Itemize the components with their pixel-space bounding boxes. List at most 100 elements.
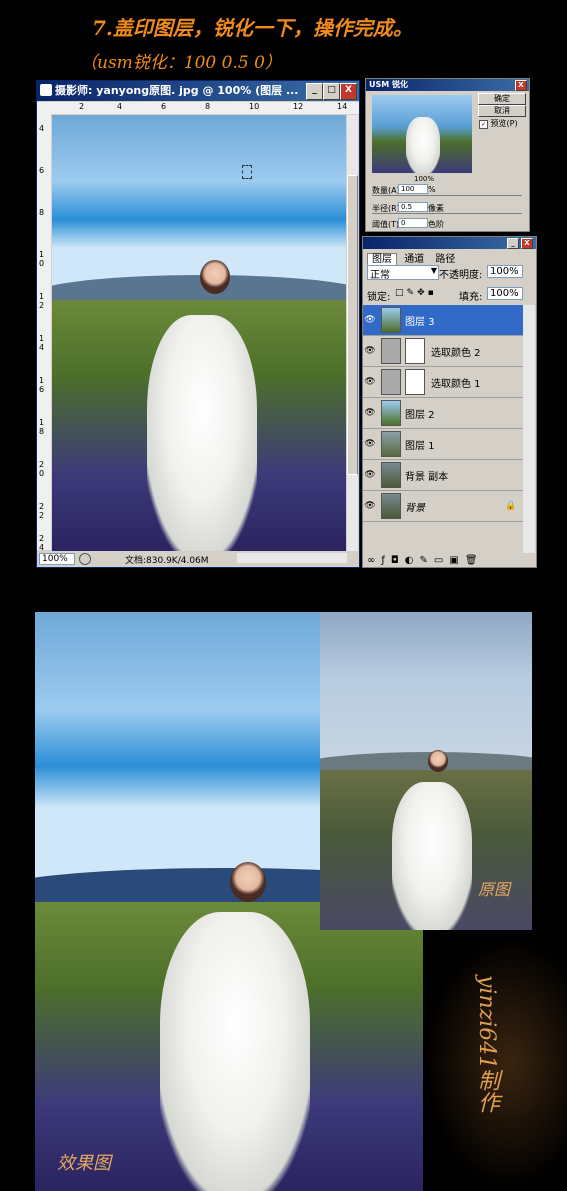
layer-row[interactable]: 👁 选取颜色 2: [363, 336, 523, 367]
usm-preview-image[interactable]: [372, 95, 472, 173]
adjustment-layer-icon[interactable]: ◐: [405, 555, 420, 566]
result-bride-head: [230, 862, 266, 902]
layer-row[interactable]: 👁 图层 2: [363, 398, 523, 429]
preview-checkbox[interactable]: ✓ 预览(P): [479, 118, 518, 129]
new-layer-icon[interactable]: ▣: [449, 555, 464, 566]
maximize-button[interactable]: □: [323, 83, 340, 100]
add-mask-icon[interactable]: ◘: [391, 555, 405, 566]
layer-row[interactable]: 👁 背景 🔒: [363, 491, 523, 522]
lock-label: 锁定:: [367, 292, 391, 303]
radius-input[interactable]: 0.5: [398, 202, 428, 212]
horizontal-scrollbar[interactable]: [237, 553, 347, 563]
ok-button[interactable]: 确定: [478, 93, 526, 105]
layers-panel: _ X 图层 通道 路径 正常 ▼ 不透明度: 100% 锁定: □✎✥▪ 填充…: [362, 236, 537, 568]
amount-input[interactable]: 100: [398, 184, 428, 194]
fill-input[interactable]: 100%: [487, 287, 523, 300]
usm-zoom-level: 100%: [414, 175, 435, 183]
navigator-icon[interactable]: [79, 553, 91, 565]
layer-row[interactable]: 👁 图层 1: [363, 429, 523, 460]
link-icon[interactable]: ∞: [367, 555, 381, 566]
layers-tabs: 图层 通道 路径: [367, 250, 459, 265]
eye-icon[interactable]: 👁: [363, 408, 377, 418]
preview-bride: [406, 117, 440, 173]
original-image: 原图: [320, 612, 532, 930]
ruler-tick: 2: [79, 102, 85, 111]
photoshop-doc-icon: [40, 84, 52, 96]
watermark-text: yinzi641制作: [474, 975, 499, 1114]
layer-name[interactable]: 选取颜色 2: [431, 344, 481, 359]
ruler-tick: 1 8: [39, 418, 45, 436]
eye-icon[interactable]: 👁: [363, 439, 377, 449]
layer-thumbnail: [381, 493, 401, 519]
ruler-tick: 1 4: [39, 334, 45, 352]
layer-name[interactable]: 图层 1: [405, 437, 435, 452]
ruler-tick: 1 0: [39, 250, 45, 268]
layer-name[interactable]: 图层 3: [405, 313, 435, 328]
layer-name[interactable]: 图层 2: [405, 406, 435, 421]
bride-dress: [147, 315, 257, 551]
layers-minimize-button[interactable]: _: [507, 238, 519, 249]
tab-layers[interactable]: 图层: [367, 253, 397, 265]
opacity-input[interactable]: 100%: [487, 265, 523, 278]
lock-icons[interactable]: □✎✥▪: [395, 288, 437, 298]
status-bar: 100% 文档:830.9K/4.06M: [37, 552, 359, 566]
layer-row[interactable]: 👁 背景 副本: [363, 460, 523, 491]
threshold-input[interactable]: 0: [398, 218, 428, 228]
layer-thumbnail: [381, 400, 401, 426]
canvas-photo[interactable]: [52, 115, 346, 551]
usm-close-button[interactable]: X: [515, 80, 527, 91]
layer-thumbnail: [381, 462, 401, 488]
watermark-area: yinzi641制作: [424, 935, 567, 1191]
ruler-tick: 4: [117, 102, 123, 111]
ruler-tick: 2 2: [39, 502, 45, 520]
eye-icon[interactable]: 👁: [363, 377, 377, 387]
eye-icon[interactable]: 👁: [363, 470, 377, 480]
brush-icon[interactable]: ✎: [420, 555, 434, 566]
cancel-button[interactable]: 取消: [478, 105, 526, 117]
tab-paths[interactable]: 路径: [431, 254, 459, 265]
eye-icon[interactable]: 👁: [363, 501, 377, 511]
layers-titlebar[interactable]: _ X: [363, 237, 536, 249]
lock-transparency-icon[interactable]: □: [395, 288, 407, 298]
layers-close-button[interactable]: X: [521, 238, 533, 249]
layer-row[interactable]: 👁 选取颜色 1: [363, 367, 523, 398]
minimize-button[interactable]: _: [306, 83, 323, 100]
canvas-titlebar[interactable]: 摄影师: yanyong原图. jpg @ 100% (图层 ... _ □ X: [37, 81, 359, 101]
trash-icon[interactable]: 🗑: [465, 555, 484, 566]
result-label: 效果图: [57, 1153, 111, 1174]
checkbox-check-icon[interactable]: ✓: [479, 120, 488, 129]
layer-style-icon[interactable]: ƒ: [381, 555, 391, 566]
radius-slider[interactable]: [372, 213, 522, 214]
blend-mode-select[interactable]: 正常 ▼: [367, 265, 439, 281]
fill-label: 填充:: [459, 292, 483, 303]
zoom-field[interactable]: 100%: [39, 553, 75, 565]
original-bride-dress: [392, 782, 472, 930]
layer-name[interactable]: 背景: [405, 499, 505, 514]
vertical-scrollbar[interactable]: [347, 115, 358, 551]
layer-name[interactable]: 选取颜色 1: [431, 375, 481, 390]
ruler-tick: 14: [337, 102, 348, 111]
text-cursor-icon: [242, 165, 252, 179]
ruler-tick: 8: [39, 208, 45, 217]
ruler-tick: 6: [39, 166, 45, 175]
lock-all-icon[interactable]: ▪: [428, 288, 437, 298]
close-button[interactable]: X: [340, 83, 357, 100]
eye-icon[interactable]: 👁: [363, 315, 377, 325]
sub-title: （usm锐化：100 0.5 0）: [80, 53, 282, 73]
usm-titlebar[interactable]: USM 锐化 X: [366, 79, 529, 91]
doc-info[interactable]: 文档:830.9K/4.06M: [125, 553, 209, 566]
bride-head: [200, 260, 230, 294]
eye-icon[interactable]: 👁: [363, 346, 377, 356]
new-group-icon[interactable]: ▭: [434, 555, 449, 566]
layer-name[interactable]: 背景 副本: [405, 468, 448, 483]
layer-row[interactable]: 👁 图层 3: [363, 305, 523, 336]
original-sky: [320, 612, 532, 772]
layer-thumbnail: [381, 307, 401, 333]
scroll-thumb[interactable]: [347, 175, 358, 475]
amount-slider[interactable]: [372, 195, 522, 196]
ruler-tick: 4: [39, 124, 45, 133]
lock-move-icon[interactable]: ✥: [417, 288, 428, 298]
tab-channels[interactable]: 通道: [400, 254, 428, 265]
layers-scrollbar[interactable]: [523, 305, 535, 553]
lock-brush-icon[interactable]: ✎: [407, 288, 418, 298]
